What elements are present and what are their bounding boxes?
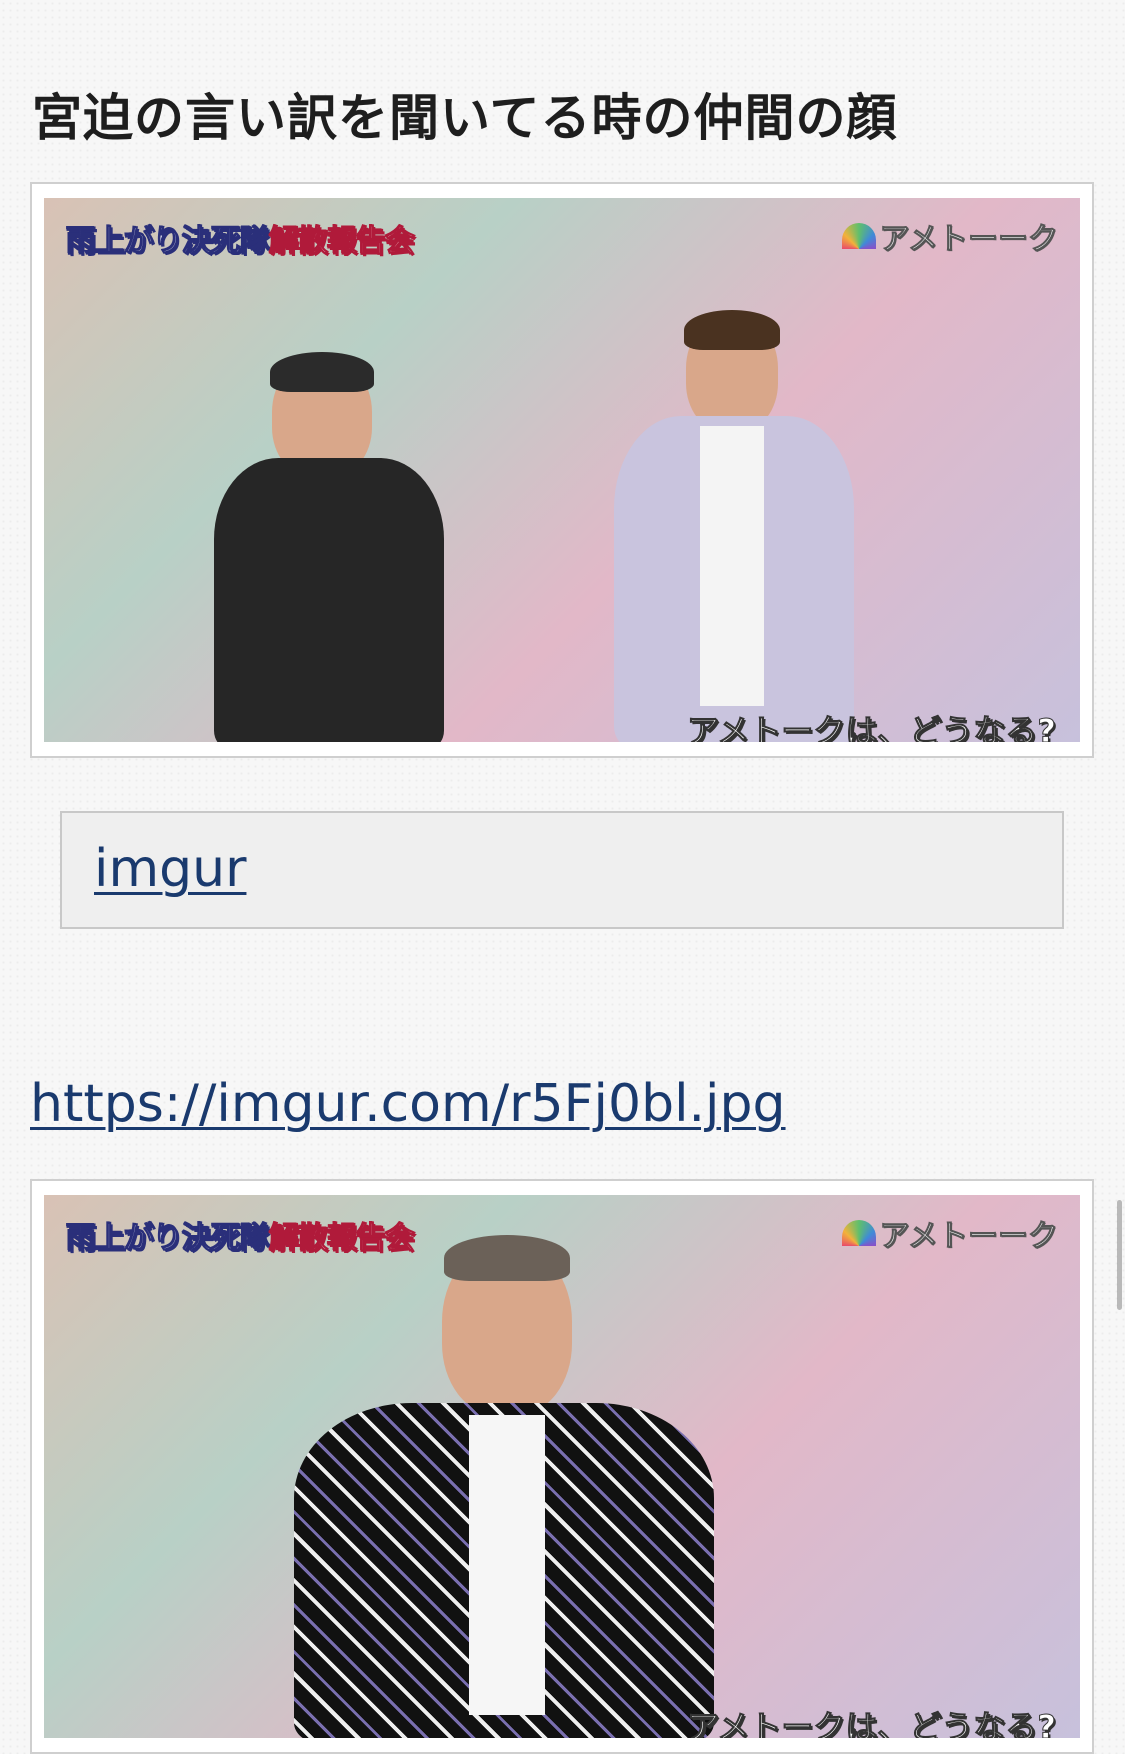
imgur-link-box[interactable]: imgur [60,811,1064,929]
post-title: 宮迫の言い訳を聞いてる時の仲間の顔 [32,89,898,147]
rainbow-logo-icon [841,223,876,249]
tv-screenshot-1: 雨上がり決死隊解散報告会 アメトーーク アメトークは、どうなる? [44,198,1080,742]
tv-screenshot-2: 雨上がり決死隊解散報告会 アメトーーク アメトークは、どうなる? [44,1195,1080,1738]
post-image-1[interactable]: 雨上がり決死隊解散報告会 アメトーーク アメトークは、どうなる? [30,182,1094,758]
image-url-link[interactable]: https://imgur.com/r5Fj0bl.jpg [30,1074,786,1134]
person-center [294,1235,714,1738]
tv-caption: 雨上がり決死隊解散報告会 [65,1220,415,1256]
tv-logo: アメトーーク [841,1211,1058,1255]
imgur-link[interactable]: imgur [94,839,246,899]
rainbow-logo-icon [841,1220,876,1246]
scrollbar[interactable] [1117,1200,1122,1310]
tv-logo: アメトーーク [841,214,1058,258]
tv-subtitle: アメトークは、どうなる? [687,1708,1057,1739]
post-image-2[interactable]: 雨上がり決死隊解散報告会 アメトーーク アメトークは、どうなる? [30,1179,1094,1754]
tv-subtitle: アメトークは、どうなる? [687,712,1057,743]
person-right [614,310,864,742]
person-left [214,352,454,742]
tv-caption: 雨上がり決死隊解散報告会 [65,223,415,259]
